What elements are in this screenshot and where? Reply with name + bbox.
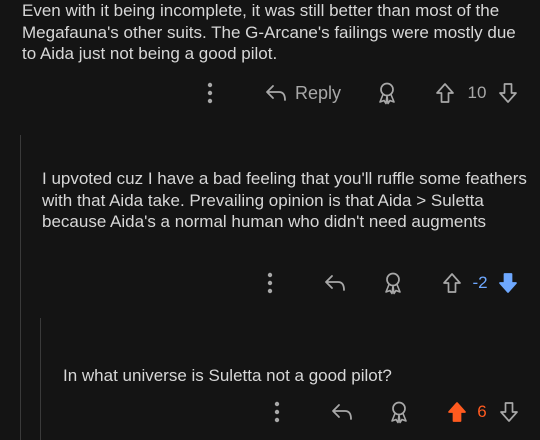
upvote-button-active[interactable] [445, 397, 469, 427]
more-options-button[interactable] [265, 397, 289, 427]
comment-body: Even with it being incomplete, it was st… [22, 0, 532, 65]
score-count: 6 [477, 402, 487, 421]
downvote-arrow-icon [499, 83, 517, 103]
downvote-button[interactable] [497, 397, 521, 427]
upvote-arrow-icon [443, 273, 461, 293]
more-options-button[interactable] [198, 78, 222, 108]
downvote-button[interactable] [496, 78, 520, 108]
downvote-button-active[interactable] [496, 268, 520, 298]
upvote-button[interactable] [440, 268, 464, 298]
comment-text: In what universe is Suletta not a good p… [63, 366, 392, 385]
award-button[interactable] [374, 78, 400, 108]
more-vertical-icon [267, 272, 273, 294]
reply-button[interactable]: Reply [262, 78, 344, 108]
reply-button[interactable] [329, 397, 355, 427]
reply-label: Reply [294, 82, 342, 103]
award-button[interactable] [380, 268, 406, 298]
more-vertical-icon [207, 82, 213, 104]
reply-arrow-icon [332, 404, 352, 420]
score-count: 10 [467, 83, 487, 102]
more-vertical-icon [274, 401, 280, 423]
upvote-arrow-icon [448, 402, 466, 422]
award-icon [379, 82, 395, 105]
reply-arrow-icon [325, 275, 345, 291]
award-button[interactable] [386, 397, 412, 427]
comment-actions: 6 [0, 397, 540, 427]
award-icon [385, 272, 401, 295]
upvote-button[interactable] [433, 78, 457, 108]
award-icon [391, 401, 407, 424]
upvote-arrow-icon [436, 83, 454, 103]
comment-text: Even with it being incomplete, it was st… [22, 1, 516, 63]
comment-actions: Reply 10 [0, 78, 540, 108]
more-options-button[interactable] [258, 268, 282, 298]
downvote-arrow-icon [499, 273, 517, 293]
score-count: -2 [472, 273, 488, 292]
downvote-arrow-icon [500, 402, 518, 422]
comment-body: In what universe is Suletta not a good p… [63, 365, 523, 387]
comment-body: I upvoted cuz I have a bad feeling that … [42, 168, 527, 233]
reply-button[interactable] [322, 268, 348, 298]
comment-text: I upvoted cuz I have a bad feeling that … [42, 169, 527, 231]
comment-actions: -2 [0, 268, 540, 298]
reply-arrow-icon [266, 85, 286, 101]
